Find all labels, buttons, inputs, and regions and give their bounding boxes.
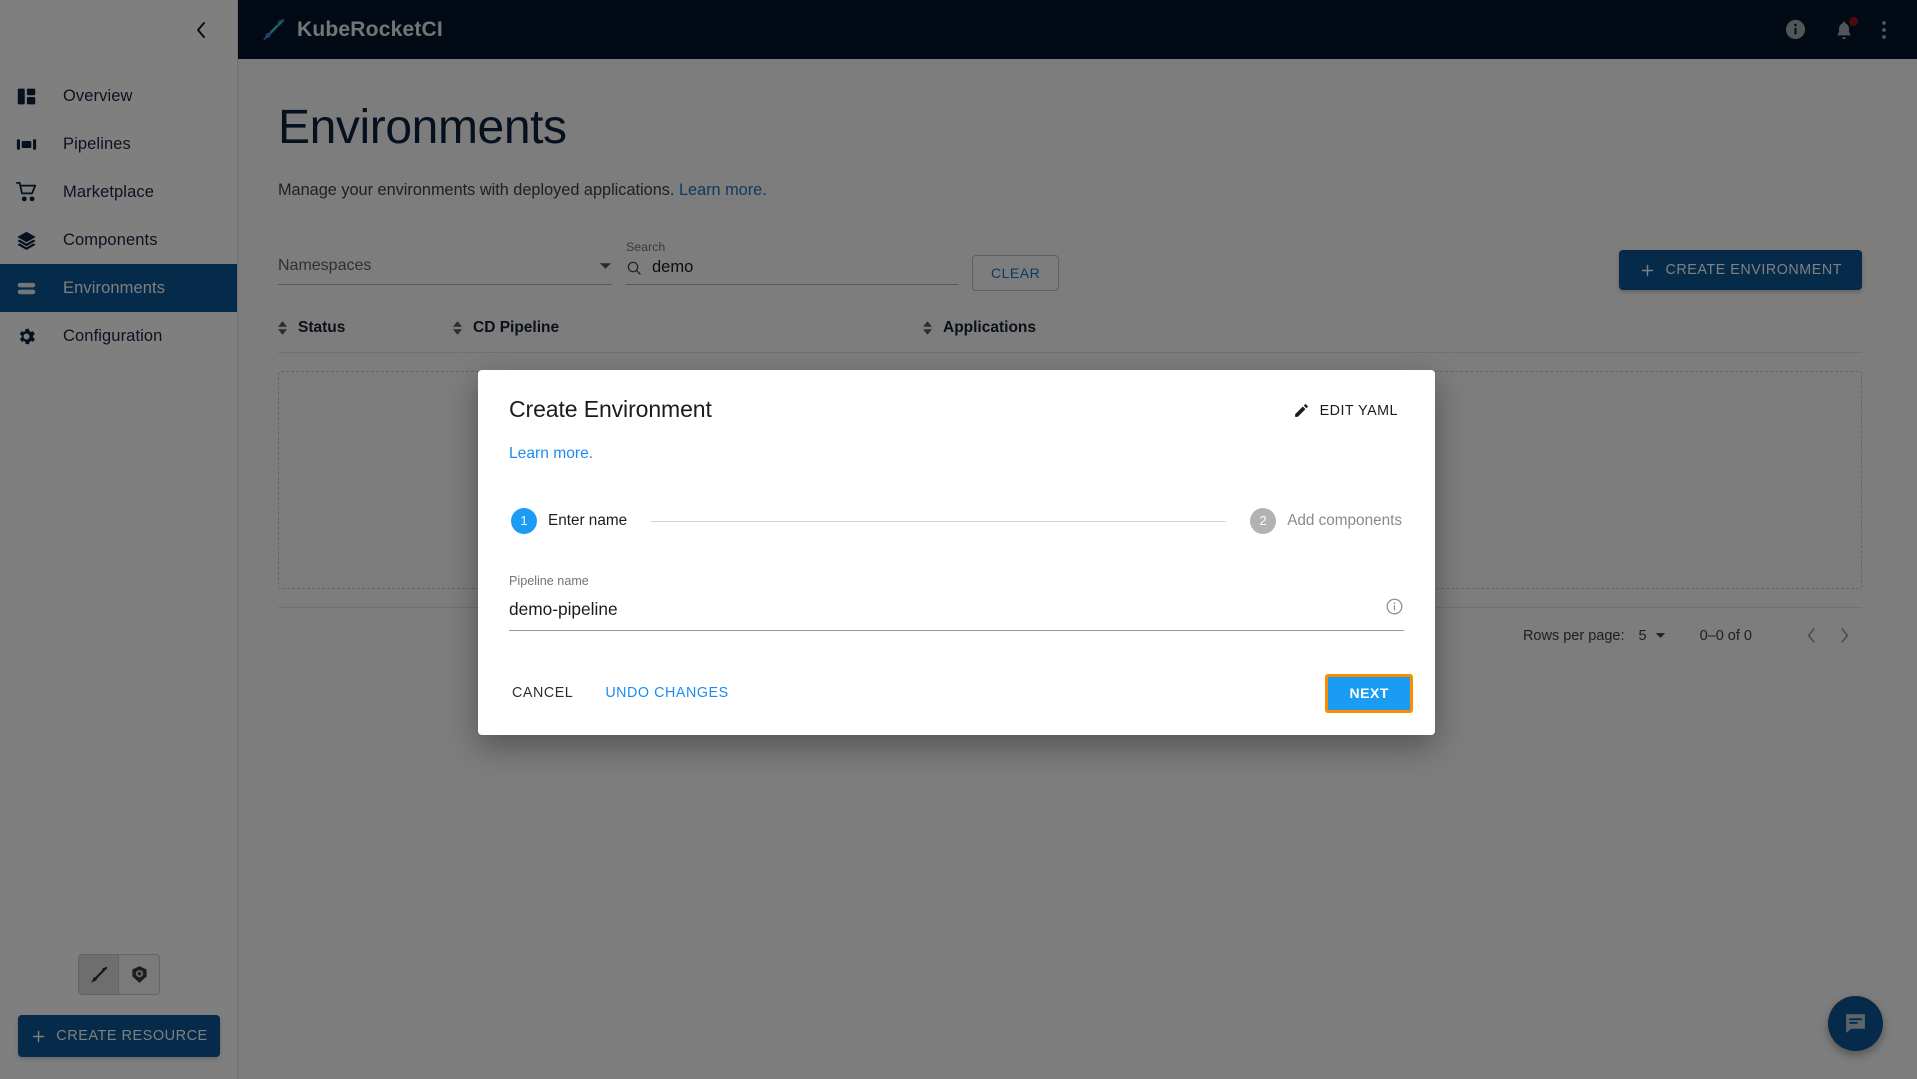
step-connector: [651, 521, 1226, 522]
pipeline-name-label: Pipeline name: [509, 574, 1404, 588]
step-label: Enter name: [548, 512, 627, 530]
edit-yaml-label: EDIT YAML: [1320, 403, 1398, 419]
step-number: 2: [1250, 508, 1276, 534]
app-root: Overview Pipelines Marketplace Component…: [0, 0, 1917, 1079]
next-button[interactable]: NEXT: [1328, 677, 1410, 710]
step-label: Add components: [1287, 512, 1402, 530]
pencil-icon: [1293, 402, 1310, 419]
dialog-title: Create Environment: [509, 396, 712, 423]
step-enter-name[interactable]: 1 Enter name: [511, 508, 627, 534]
dialog-learn-more-link[interactable]: Learn more.: [509, 445, 593, 462]
undo-changes-button[interactable]: UNDO CHANGES: [593, 676, 740, 710]
dialog-header: Create Environment EDIT YAML: [509, 396, 1404, 423]
create-environment-dialog: Create Environment EDIT YAML Learn more.…: [478, 370, 1435, 735]
cancel-button[interactable]: CANCEL: [500, 676, 585, 710]
dialog-learn-more: Learn more.: [509, 445, 1404, 463]
pipeline-name-field: Pipeline name demo-pipeline: [509, 574, 1404, 631]
edit-yaml-button[interactable]: EDIT YAML: [1287, 398, 1404, 423]
next-button-highlight: NEXT: [1325, 674, 1413, 713]
info-circle-outline-icon[interactable]: [1385, 597, 1404, 621]
dialog-footer: CANCEL UNDO CHANGES NEXT: [478, 673, 1435, 735]
step-add-components[interactable]: 2 Add components: [1250, 508, 1402, 534]
pipeline-name-input[interactable]: demo-pipeline: [509, 599, 618, 620]
dialog-stepper: 1 Enter name 2 Add components: [509, 508, 1404, 534]
step-number: 1: [511, 508, 537, 534]
